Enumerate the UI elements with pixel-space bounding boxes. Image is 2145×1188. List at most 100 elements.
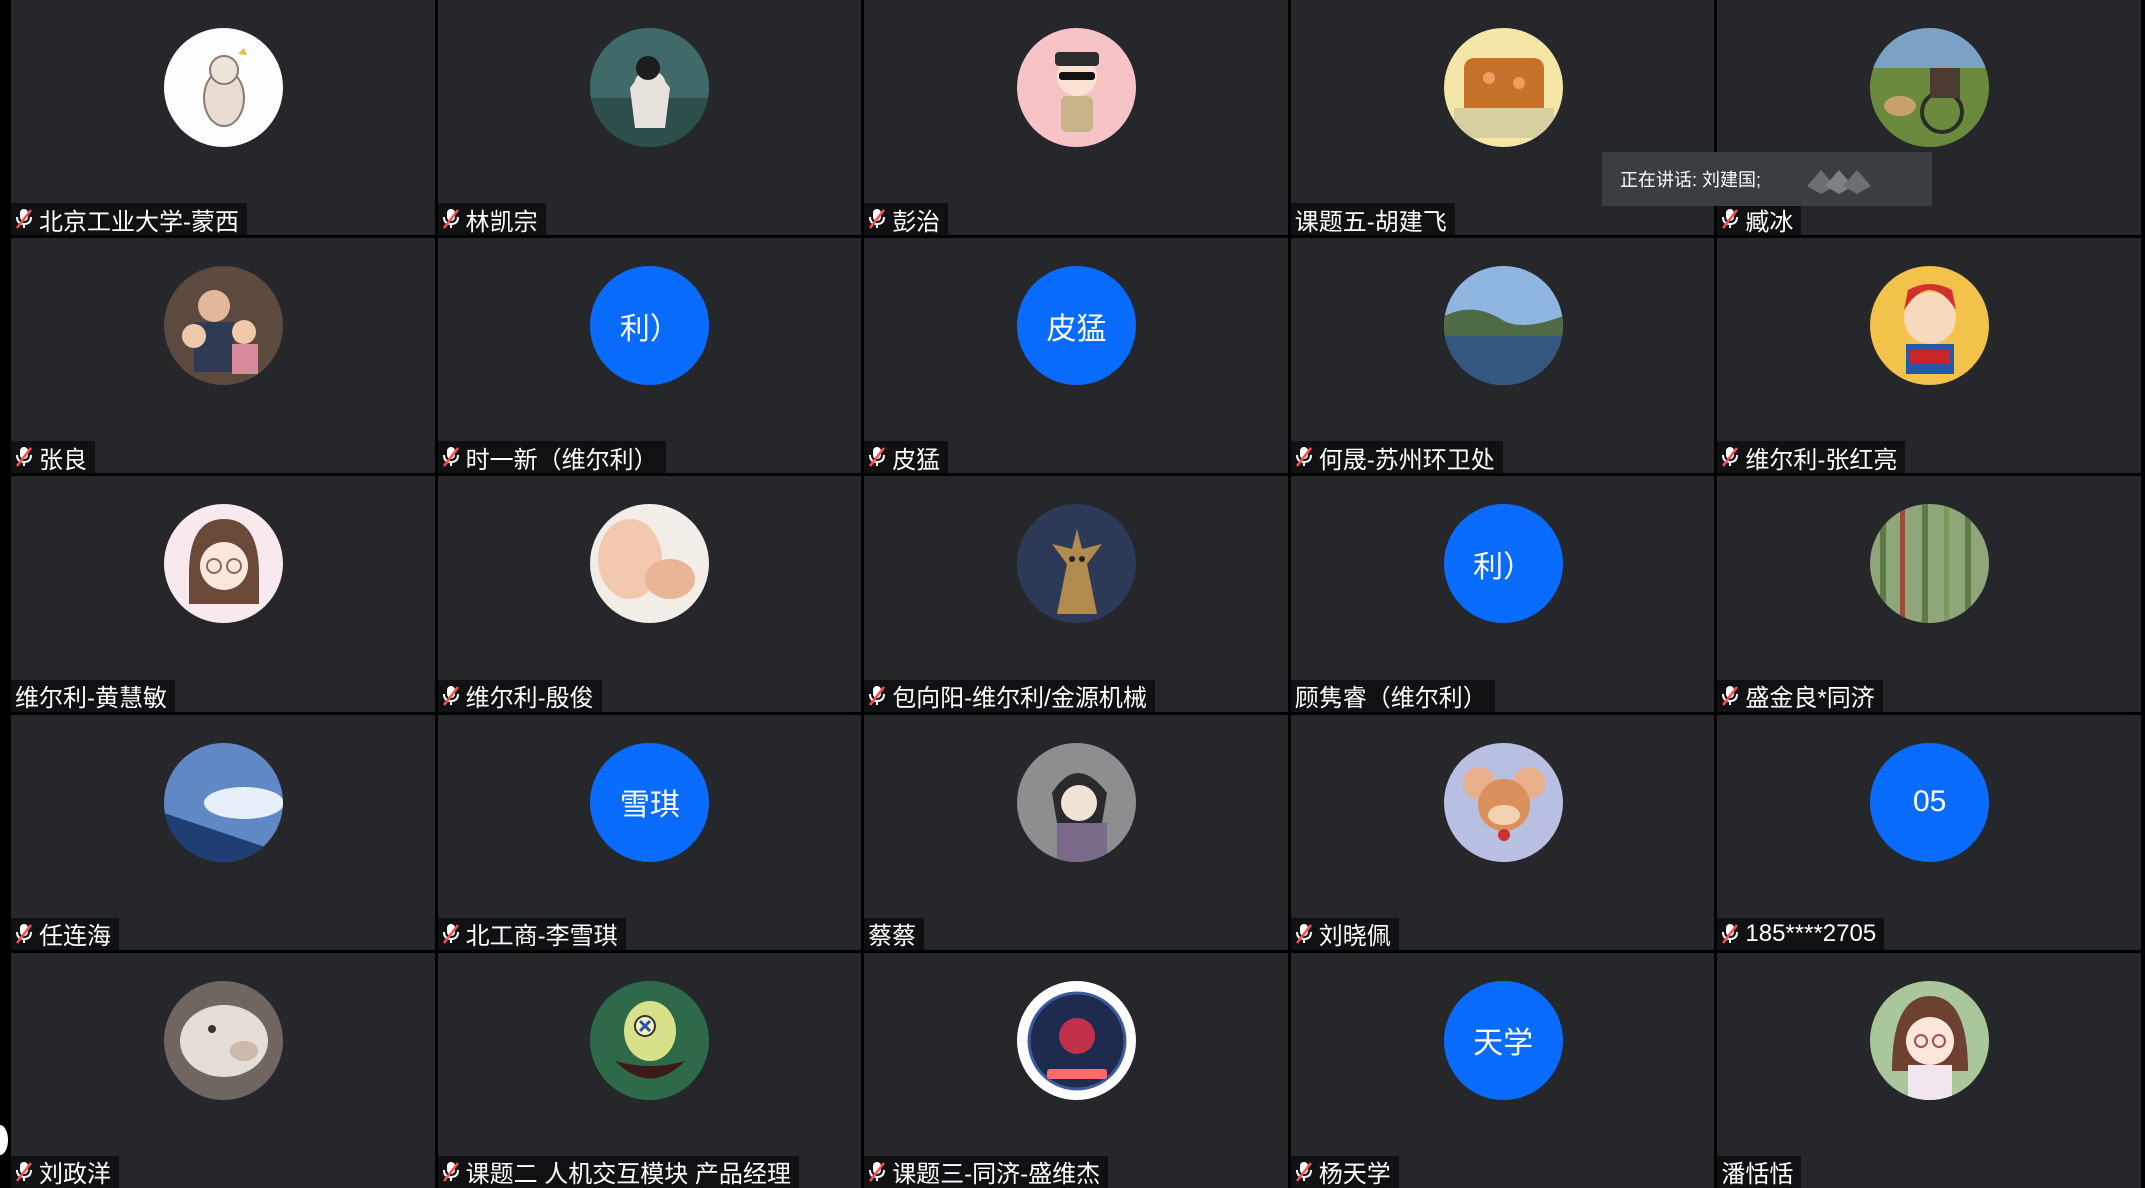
participant-name-bar: 刘政洋 bbox=[11, 1155, 119, 1188]
participant-tile[interactable]: 包向阳-维尔利/金源机械 bbox=[864, 476, 1288, 712]
participant-name-bar: 臧冰 bbox=[1717, 203, 1802, 236]
participant-name-bar: 185****2705 bbox=[1717, 917, 1885, 950]
participant-name-bar: 北工商-李雪琪 bbox=[437, 917, 626, 950]
mic-muted-icon bbox=[442, 685, 460, 707]
participant-name: 何晟-苏州环卫处 bbox=[1318, 446, 1495, 474]
cat-sketch-avatar bbox=[163, 28, 283, 147]
participant-name: 任连海 bbox=[39, 923, 111, 950]
participant-tile[interactable]: 北京工业大学-蒙西 bbox=[11, 0, 435, 236]
participant-name-bar: 课题三-同济-盛维杰 bbox=[864, 1155, 1109, 1188]
participant-name: 顾隽睿（维尔利） bbox=[1294, 685, 1487, 712]
participant-name-bar: 杨天学 bbox=[1290, 1155, 1399, 1188]
participant-tile[interactable]: 天学杨天学 bbox=[1290, 952, 1715, 1188]
participant-tile[interactable]: 刘政洋 bbox=[11, 952, 435, 1188]
participant-name-bar: 皮猛 bbox=[864, 441, 949, 474]
participant-name-bar: 张良 bbox=[11, 441, 95, 474]
participant-name-bar: 盛金良*同济 bbox=[1717, 679, 1883, 712]
mic-muted-icon bbox=[15, 923, 33, 945]
mic-muted-icon bbox=[1721, 685, 1739, 707]
participant-tile[interactable]: 05 185****2705 bbox=[1717, 714, 2141, 950]
participant-name: 刘晓佩 bbox=[1318, 923, 1391, 950]
mic-muted-icon bbox=[1721, 446, 1739, 468]
participant-tile[interactable]: 维尔利-黄慧敏 bbox=[11, 476, 435, 712]
cursor-indicator bbox=[0, 1125, 8, 1155]
mic-muted-icon bbox=[15, 1161, 33, 1183]
participant-name: 盛金良*同济 bbox=[1745, 685, 1875, 712]
participant-tile[interactable]: 张良 bbox=[11, 238, 435, 474]
participant-name-bar: 北京工业大学-蒙西 bbox=[11, 203, 247, 236]
participant-name: 潘恬恬 bbox=[1721, 1161, 1794, 1188]
participant-name-bar: 顾隽睿（维尔利） bbox=[1290, 679, 1495, 712]
anime-man-avatar bbox=[1016, 742, 1136, 862]
participant-tile[interactable]: 彭治 bbox=[864, 0, 1288, 236]
participant-tile[interactable]: 利） 时一新（维尔利） bbox=[437, 238, 862, 474]
participant-tile[interactable]: 刘晓佩 bbox=[1290, 714, 1715, 950]
participant-tile[interactable]: 任连海 bbox=[11, 714, 435, 950]
participant-name: 包向阳-维尔利/金源机械 bbox=[892, 685, 1147, 712]
mic-muted-icon bbox=[868, 1161, 886, 1183]
mic-muted-icon bbox=[15, 446, 33, 468]
participant-tile[interactable]: 维尔利-张红亮 bbox=[1717, 238, 2141, 474]
participant-name: 蔡蔡 bbox=[868, 923, 917, 950]
mic-muted-icon bbox=[442, 446, 460, 468]
mic-muted-icon bbox=[868, 685, 886, 707]
participant-name: 课题二 人机交互模块 产品经理 bbox=[465, 1161, 791, 1188]
participant-tile[interactable]: 蔡蔡 bbox=[864, 714, 1288, 950]
participant-name-bar: 林凯宗 bbox=[437, 203, 546, 236]
tree-creature-avatar bbox=[1016, 504, 1136, 624]
participant-name: 臧冰 bbox=[1745, 208, 1794, 236]
participant-tile[interactable]: 雪琪 北工商-李雪琪 bbox=[437, 714, 862, 950]
sheep-avatar bbox=[163, 980, 283, 1100]
rickshaw-dog-avatar bbox=[1870, 28, 1990, 147]
participant-tile[interactable]: 潘恬恬 bbox=[1717, 952, 2141, 1188]
mic-muted-icon bbox=[1295, 1161, 1313, 1183]
mic-muted-icon bbox=[868, 446, 886, 468]
participant-name-bar: 课题二 人机交互模块 产品经理 bbox=[437, 1155, 799, 1188]
cartoon-girl-glasses-avatar bbox=[163, 504, 283, 624]
cartoon-boy-avatar bbox=[1870, 266, 1990, 386]
mic-muted-icon bbox=[1295, 923, 1313, 945]
bamboo-forest-avatar bbox=[1870, 504, 1990, 624]
cartoon-officer-avatar bbox=[1016, 28, 1136, 147]
participant-name: 维尔利-殷俊 bbox=[465, 685, 594, 712]
coastline-avatar bbox=[1443, 266, 1563, 386]
cartoon-woman-avatar bbox=[1870, 980, 1990, 1100]
participant-name-bar: 时一新（维尔利） bbox=[437, 441, 666, 474]
participant-name: 维尔利-黄慧敏 bbox=[15, 685, 167, 712]
participant-name-bar: 刘晓佩 bbox=[1290, 917, 1399, 950]
plankton-avatar bbox=[590, 980, 710, 1100]
participant-name: 北工商-李雪琪 bbox=[465, 923, 618, 950]
mic-muted-icon bbox=[442, 208, 460, 230]
participant-name: 课题三-同济-盛维杰 bbox=[892, 1161, 1101, 1188]
initials-avatar: 利） bbox=[1443, 504, 1563, 624]
participant-tile[interactable]: 维尔利-殷俊 bbox=[437, 476, 862, 712]
participant-tile[interactable]: 林凯宗 bbox=[437, 0, 862, 236]
participant-name: 林凯宗 bbox=[465, 208, 538, 236]
jerry-mouse-avatar bbox=[1443, 742, 1563, 862]
participant-tile[interactable]: 课题二 人机交互模块 产品经理 bbox=[437, 952, 862, 1188]
participant-name-bar: 维尔利-黄慧敏 bbox=[11, 679, 175, 712]
participant-tile[interactable]: 皮猛 皮猛 bbox=[864, 238, 1288, 474]
participant-name-bar: 潘恬恬 bbox=[1717, 1155, 1802, 1188]
cookie-gift-avatar bbox=[1443, 28, 1563, 147]
mic-muted-icon bbox=[442, 1161, 460, 1183]
initials-avatar: 天学 bbox=[1443, 980, 1563, 1100]
mic-muted-icon bbox=[1295, 446, 1313, 468]
initials-avatar: 利） bbox=[590, 266, 710, 386]
participant-name-bar: 包向阳-维尔利/金源机械 bbox=[864, 679, 1155, 712]
participant-tile[interactable]: 盛金良*同济 bbox=[1717, 476, 2141, 712]
mic-muted-icon bbox=[442, 923, 460, 945]
speaking-indicator: 正在讲话: 刘建国; bbox=[1602, 152, 1932, 206]
participant-tile[interactable]: 课题三-同济-盛维杰 bbox=[864, 952, 1288, 1188]
mic-muted-icon bbox=[1721, 923, 1739, 945]
participant-tile[interactable]: 何晟-苏州环卫处 bbox=[1290, 238, 1715, 474]
participant-name: 杨天学 bbox=[1318, 1161, 1391, 1188]
initials-avatar: 05 bbox=[1870, 742, 1990, 862]
airplane-wing-avatar bbox=[163, 742, 283, 862]
participant-name: 张良 bbox=[39, 446, 87, 474]
baby-photo-avatar bbox=[590, 504, 710, 624]
mic-muted-icon bbox=[868, 208, 886, 230]
participant-tile[interactable]: 利） 顾隽睿（维尔利） bbox=[1290, 476, 1715, 712]
participant-name: 课题五-胡建飞 bbox=[1294, 208, 1447, 236]
forest-girl-avatar bbox=[590, 28, 710, 147]
